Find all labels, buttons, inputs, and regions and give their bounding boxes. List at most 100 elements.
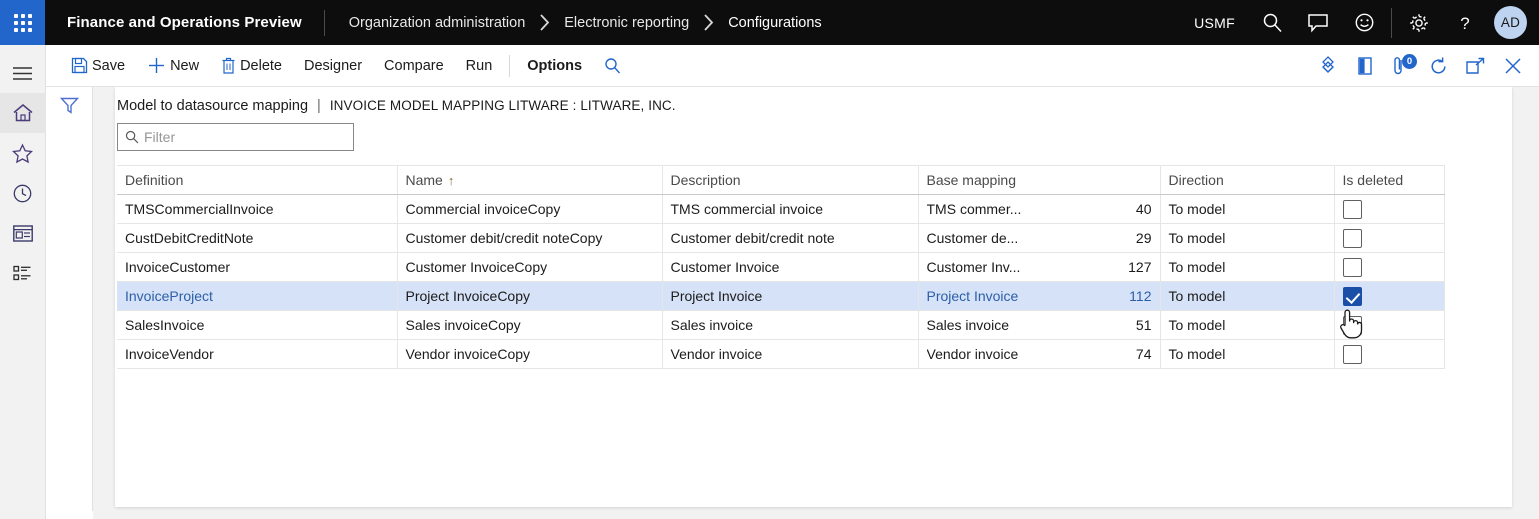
is-deleted-checkbox[interactable] bbox=[1342, 344, 1362, 364]
breadcrumb-item-electronic-reporting[interactable]: Electronic reporting bbox=[564, 15, 689, 31]
navigation-menu-icon[interactable] bbox=[0, 53, 46, 93]
is-deleted-checkbox[interactable] bbox=[1342, 315, 1362, 335]
avatar[interactable]: AD bbox=[1494, 6, 1527, 39]
cell-definition[interactable]: CustDebitCreditNote bbox=[117, 223, 398, 253]
cell-direction[interactable]: To model bbox=[1160, 194, 1335, 224]
cell-definition[interactable]: SalesInvoice bbox=[117, 310, 398, 340]
run-button[interactable]: Run bbox=[455, 45, 504, 87]
column-header-base-mapping[interactable]: Base mapping bbox=[918, 165, 1161, 195]
filter-box[interactable] bbox=[117, 123, 354, 151]
is-deleted-checkbox[interactable] bbox=[1342, 286, 1362, 306]
table-row[interactable]: TMSCommercialInvoice Commercial invoiceCo… bbox=[117, 194, 1445, 224]
settings-gear-icon[interactable] bbox=[1396, 0, 1442, 45]
page-title: Model to datasource mapping bbox=[117, 98, 309, 114]
cell-description[interactable]: Customer Invoice bbox=[662, 252, 919, 282]
svg-text:?: ? bbox=[1460, 14, 1469, 33]
column-header-description[interactable]: Description bbox=[662, 165, 919, 195]
table-row[interactable]: SalesInvoice Sales invoiceCopy Sales invoi… bbox=[117, 310, 1445, 340]
cell-name[interactable]: Vendor invoiceCopy bbox=[397, 339, 663, 369]
company-selector[interactable]: USMF bbox=[1180, 15, 1249, 31]
table-row[interactable]: CustDebitCreditNote Customer debit/credit… bbox=[117, 223, 1445, 253]
cell-base-mapping[interactable]: TMS commer... 40 bbox=[918, 194, 1161, 224]
plus-icon bbox=[147, 56, 166, 75]
message-icon[interactable] bbox=[1295, 0, 1341, 45]
popout-icon[interactable] bbox=[1457, 45, 1494, 87]
cell-description[interactable]: Sales invoice bbox=[662, 310, 919, 340]
base-mapping-number: 40 bbox=[1135, 201, 1152, 217]
base-mapping-number: 74 bbox=[1135, 346, 1152, 362]
toolbar-search-icon[interactable] bbox=[593, 45, 632, 87]
cell-is-deleted bbox=[1334, 310, 1445, 340]
column-header-name[interactable]: Name ↑ bbox=[397, 165, 663, 195]
options-tab[interactable]: Options bbox=[516, 45, 593, 87]
column-header-definition[interactable]: Definition bbox=[117, 165, 398, 195]
main-content-area: Model to datasource mapping | INVOICE MO… bbox=[93, 87, 1539, 519]
save-button[interactable]: Save bbox=[60, 45, 136, 87]
cell-definition[interactable]: InvoiceCustomer bbox=[117, 252, 398, 282]
cell-name[interactable]: Commercial invoiceCopy bbox=[397, 194, 663, 224]
modules-list-icon[interactable] bbox=[0, 253, 46, 293]
home-icon[interactable] bbox=[0, 93, 46, 133]
cell-definition[interactable]: TMSCommercialInvoice bbox=[117, 194, 398, 224]
refresh-icon[interactable] bbox=[1420, 45, 1457, 87]
app-launcher-icon[interactable] bbox=[0, 0, 45, 45]
cell-direction[interactable]: To model bbox=[1160, 339, 1335, 369]
workspaces-icon[interactable] bbox=[0, 213, 46, 253]
cell-base-mapping[interactable]: Customer de... 29 bbox=[918, 223, 1161, 253]
base-mapping-number: 51 bbox=[1135, 317, 1152, 333]
search-icon[interactable] bbox=[1249, 0, 1295, 45]
feedback-smiley-icon[interactable] bbox=[1341, 0, 1387, 45]
column-header-is-deleted[interactable]: Is deleted bbox=[1334, 165, 1445, 195]
favorites-star-icon[interactable] bbox=[0, 133, 46, 173]
cell-description[interactable]: Customer debit/credit note bbox=[662, 223, 919, 253]
column-label: Base mapping bbox=[926, 172, 1017, 188]
page-subtitle: INVOICE MODEL MAPPING LITWARE : LITWARE,… bbox=[329, 98, 676, 113]
is-deleted-checkbox[interactable] bbox=[1342, 257, 1362, 277]
toolbar-divider bbox=[509, 54, 511, 77]
breadcrumb-item-organization-administration[interactable]: Organization administration bbox=[349, 15, 526, 31]
table-row[interactable]: InvoiceCustomer Customer InvoiceCopy Custo… bbox=[117, 252, 1445, 282]
recent-clock-icon[interactable] bbox=[0, 173, 46, 213]
chevron-right-icon-2 bbox=[689, 14, 728, 31]
cell-direction[interactable]: To model bbox=[1160, 310, 1335, 340]
cell-base-mapping[interactable]: Vendor invoice 74 bbox=[918, 339, 1161, 369]
cell-name[interactable]: Sales invoiceCopy bbox=[397, 310, 663, 340]
filter-funnel-icon[interactable] bbox=[59, 96, 79, 511]
cell-definition[interactable]: InvoiceVendor bbox=[117, 339, 398, 369]
cell-direction[interactable]: To model bbox=[1160, 223, 1335, 253]
help-question-icon[interactable]: ? bbox=[1442, 0, 1488, 45]
cell-name[interactable]: Project InvoiceCopy bbox=[397, 281, 663, 311]
cell-base-mapping[interactable]: Project Invoice 112 bbox=[918, 281, 1161, 311]
cell-base-mapping[interactable]: Customer Inv... 127 bbox=[918, 252, 1161, 282]
personalize-icon[interactable] bbox=[1309, 45, 1346, 87]
attachments-icon[interactable]: 0 bbox=[1383, 45, 1420, 87]
is-deleted-checkbox[interactable] bbox=[1342, 228, 1362, 248]
chevron-right-icon bbox=[525, 14, 564, 31]
cell-description[interactable]: Project Invoice bbox=[662, 281, 919, 311]
delete-label: Delete bbox=[240, 57, 282, 74]
cell-definition[interactable]: InvoiceProject bbox=[117, 281, 398, 311]
column-header-direction[interactable]: Direction bbox=[1160, 165, 1335, 195]
cell-is-deleted bbox=[1334, 252, 1445, 282]
is-deleted-checkbox[interactable] bbox=[1342, 199, 1362, 219]
open-in-new-window-icon[interactable] bbox=[1346, 45, 1383, 87]
designer-button[interactable]: Designer bbox=[293, 45, 373, 87]
cell-base-mapping[interactable]: Sales invoice 51 bbox=[918, 310, 1161, 340]
new-button[interactable]: New bbox=[136, 45, 210, 87]
cell-description[interactable]: Vendor invoice bbox=[662, 339, 919, 369]
base-mapping-text: Project Invoice bbox=[926, 288, 1019, 304]
cell-direction[interactable]: To model bbox=[1160, 281, 1335, 311]
cell-name[interactable]: Customer debit/credit noteCopy bbox=[397, 223, 663, 253]
delete-button[interactable]: Delete bbox=[210, 45, 293, 87]
breadcrumb-item-configurations[interactable]: Configurations bbox=[728, 15, 822, 31]
cell-direction[interactable]: To model bbox=[1160, 252, 1335, 282]
table-row[interactable]: InvoiceProject Project InvoiceCopy Project… bbox=[117, 281, 1445, 311]
filter-input[interactable] bbox=[144, 129, 346, 145]
cell-description[interactable]: TMS commercial invoice bbox=[662, 194, 919, 224]
close-icon[interactable] bbox=[1494, 45, 1531, 87]
table-row[interactable]: InvoiceVendor Vendor invoiceCopy Vendor in… bbox=[117, 339, 1445, 369]
compare-button[interactable]: Compare bbox=[373, 45, 455, 87]
cell-name[interactable]: Customer InvoiceCopy bbox=[397, 252, 663, 282]
app-title[interactable]: Finance and Operations Preview bbox=[45, 14, 324, 31]
topbar-right-actions: USMF ? AD bbox=[1180, 0, 1539, 45]
